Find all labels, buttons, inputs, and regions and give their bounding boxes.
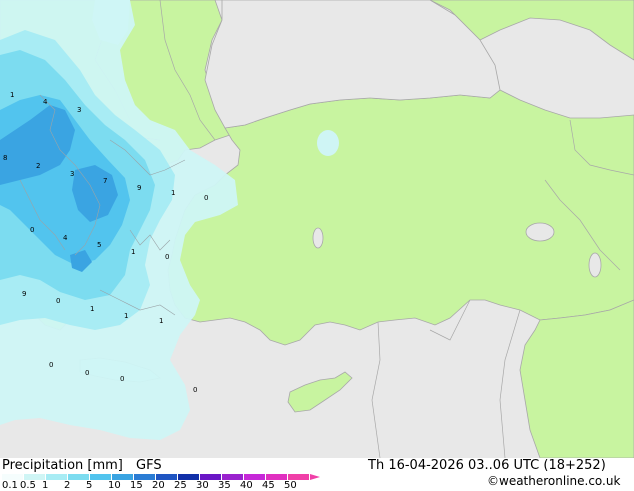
contour-label: 2 <box>36 162 40 170</box>
contour-label: 0 <box>193 386 197 394</box>
contour-label: 0 <box>120 375 124 383</box>
contour-label: 0 <box>165 253 169 261</box>
weather-map[interactable]: 1 4 3 8 2 3 7 9 1 0 0 4 5 1 0 9 0 1 1 1 … <box>0 0 634 459</box>
contour-label: 1 <box>10 91 14 99</box>
contour-label: 1 <box>90 305 94 313</box>
scale-value: 30 <box>196 480 209 491</box>
scale-value: 5 <box>86 480 93 491</box>
scale-value: 40 <box>240 480 253 491</box>
scale-value: 2 <box>64 480 71 491</box>
scale-value: 0.5 <box>20 480 36 491</box>
contour-label: 1 <box>159 317 163 325</box>
contour-label: 1 <box>124 312 128 320</box>
scale-value: 45 <box>262 480 275 491</box>
scale-value: 15 <box>130 480 143 491</box>
lake-van <box>525 222 555 242</box>
legend-footer: Precipitation [mm] GFS Th 16-04-2026 03.… <box>0 458 634 491</box>
copyright-text: ©weatheronline.co.uk <box>487 474 621 488</box>
contour-label: 8 <box>3 154 7 162</box>
scale-value: 1 <box>42 480 49 491</box>
anatolia-landmass <box>167 89 634 346</box>
contour-label: 7 <box>103 177 107 185</box>
scale-value: 50 <box>284 480 297 491</box>
scale-value: 25 <box>174 480 187 491</box>
lake-small <box>588 252 602 278</box>
contour-label: 3 <box>70 170 74 178</box>
precip-contour-0.1-isolated <box>317 130 339 156</box>
contour-label: 0 <box>49 361 53 369</box>
contour-label: 1 <box>131 248 135 256</box>
contour-label: 0 <box>30 226 34 234</box>
contour-label: 9 <box>22 290 26 298</box>
scale-value: 20 <box>152 480 165 491</box>
contour-label: 0 <box>204 194 208 202</box>
map-canvas: 1 4 3 8 2 3 7 9 1 0 0 4 5 1 0 9 0 1 1 1 … <box>0 0 634 459</box>
contour-label: 3 <box>77 106 81 114</box>
contour-label: 0 <box>85 369 89 377</box>
contour-label: 4 <box>63 234 68 242</box>
scale-value: 10 <box>108 480 121 491</box>
contour-label: 1 <box>171 189 175 197</box>
contour-label: 0 <box>56 297 60 305</box>
contour-label: 4 <box>43 98 48 106</box>
scale-value: 0.1 <box>2 480 18 491</box>
scale-value: 35 <box>218 480 231 491</box>
lake-tuz <box>312 227 324 249</box>
contour-label: 5 <box>97 241 101 249</box>
contour-label: 9 <box>137 184 141 192</box>
